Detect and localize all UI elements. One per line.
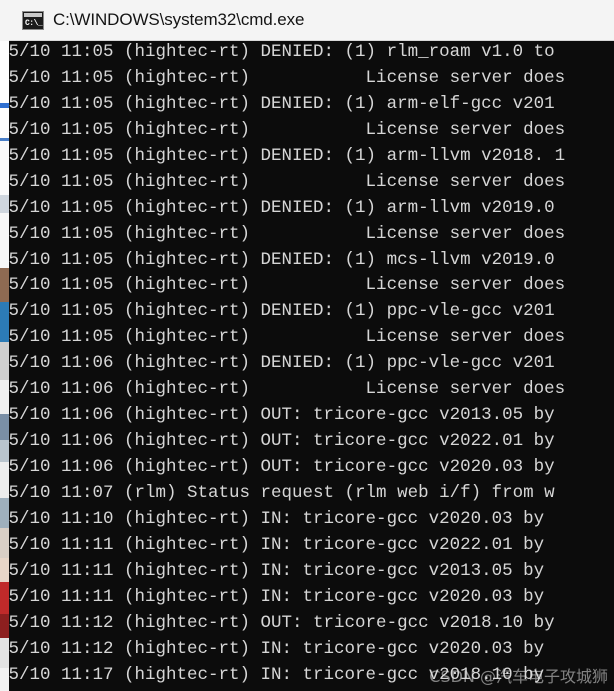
console-log-line: 05/10 11:06 (hightec-rt) DENIED: (1) ppc…: [9, 353, 555, 374]
console-log-lines: 05/10 11:05 (hightec-rt) DENIED: (1) rlm…: [9, 41, 565, 691]
window-title-bar[interactable]: C:\_ C:\WINDOWS\system32\cmd.exe: [9, 0, 614, 41]
console-log-line: 05/10 11:05 (hightec-rt) DENIED: (1) arm…: [9, 145, 566, 166]
console-log-line: 05/10 11:06 (hightec-rt) OUT: tricore-gc…: [9, 405, 555, 426]
console-log-line: 05/10 11:05 (hightec-rt) DENIED: (1) arm…: [9, 197, 555, 218]
window-title-text: C:\WINDOWS\system32\cmd.exe: [53, 10, 305, 29]
console-log-line: 05/10 11:06 (hightec-rt) License server …: [9, 379, 566, 400]
console-log-line: 05/10 11:05 (hightec-rt) License server …: [9, 223, 566, 244]
cmd-console-icon: C:\_: [22, 10, 44, 30]
console-log-line: 05/10 11:10 (hightec-rt) IN: tricore-gcc…: [9, 508, 545, 529]
console-log-line: 05/10 11:05 (hightec-rt) License server …: [9, 67, 566, 88]
cmd-icon-titlebar-stripe: [24, 12, 42, 17]
console-output-area[interactable]: 05/10 11:05 (hightec-rt) DENIED: (1) rlm…: [9, 41, 614, 691]
console-log-line: 05/10 11:12 (hightec-rt) IN: tricore-gcc…: [9, 638, 545, 659]
console-log-line: 05/10 11:11 (hightec-rt) IN: tricore-gcc…: [9, 560, 545, 581]
console-log-line: 05/10 11:17 (hightec-rt) IN: tricore-gcc…: [9, 664, 545, 685]
console-log-line: 05/10 11:11 (hightec-rt) IN: tricore-gcc…: [9, 586, 545, 607]
console-log-line: 05/10 11:05 (hightec-rt) License server …: [9, 171, 566, 192]
cmd-console-window: C:\_ C:\WINDOWS\system32\cmd.exe 05/10 1…: [0, 0, 614, 691]
console-log-line: 05/10 11:05 (hightec-rt) DENIED: (1) arm…: [9, 93, 555, 114]
console-log-line: 05/10 11:12 (hightec-rt) OUT: tricore-gc…: [9, 612, 555, 633]
console-log-line: 05/10 11:05 (hightec-rt) DENIED: (1) mcs…: [9, 249, 555, 270]
console-log-line: 05/10 11:06 (hightec-rt) OUT: tricore-gc…: [9, 457, 555, 477]
console-log-line: 05/10 11:05 (hightec-rt) License server …: [9, 327, 566, 348]
console-log-line: 05/10 11:05 (hightec-rt) License server …: [9, 119, 566, 140]
console-log-line: 05/10 11:11 (hightec-rt) IN: tricore-gcc…: [9, 534, 545, 555]
console-log-line: 05/10 11:07 (rlm) Status request (rlm we…: [9, 482, 555, 503]
console-log-line: 05/10 11:05 (hightec-rt) DENIED: (1) ppc…: [9, 301, 555, 322]
cmd-icon-prompt-glyph: C:\_: [25, 18, 43, 28]
console-log-line: 05/10 11:05 (hightec-rt) DENIED: (1) rlm…: [9, 42, 555, 62]
console-log-line: 05/10 11:05 (hightec-rt) License server …: [9, 275, 566, 296]
console-log-line: 05/10 11:06 (hightec-rt) OUT: tricore-gc…: [9, 431, 555, 452]
